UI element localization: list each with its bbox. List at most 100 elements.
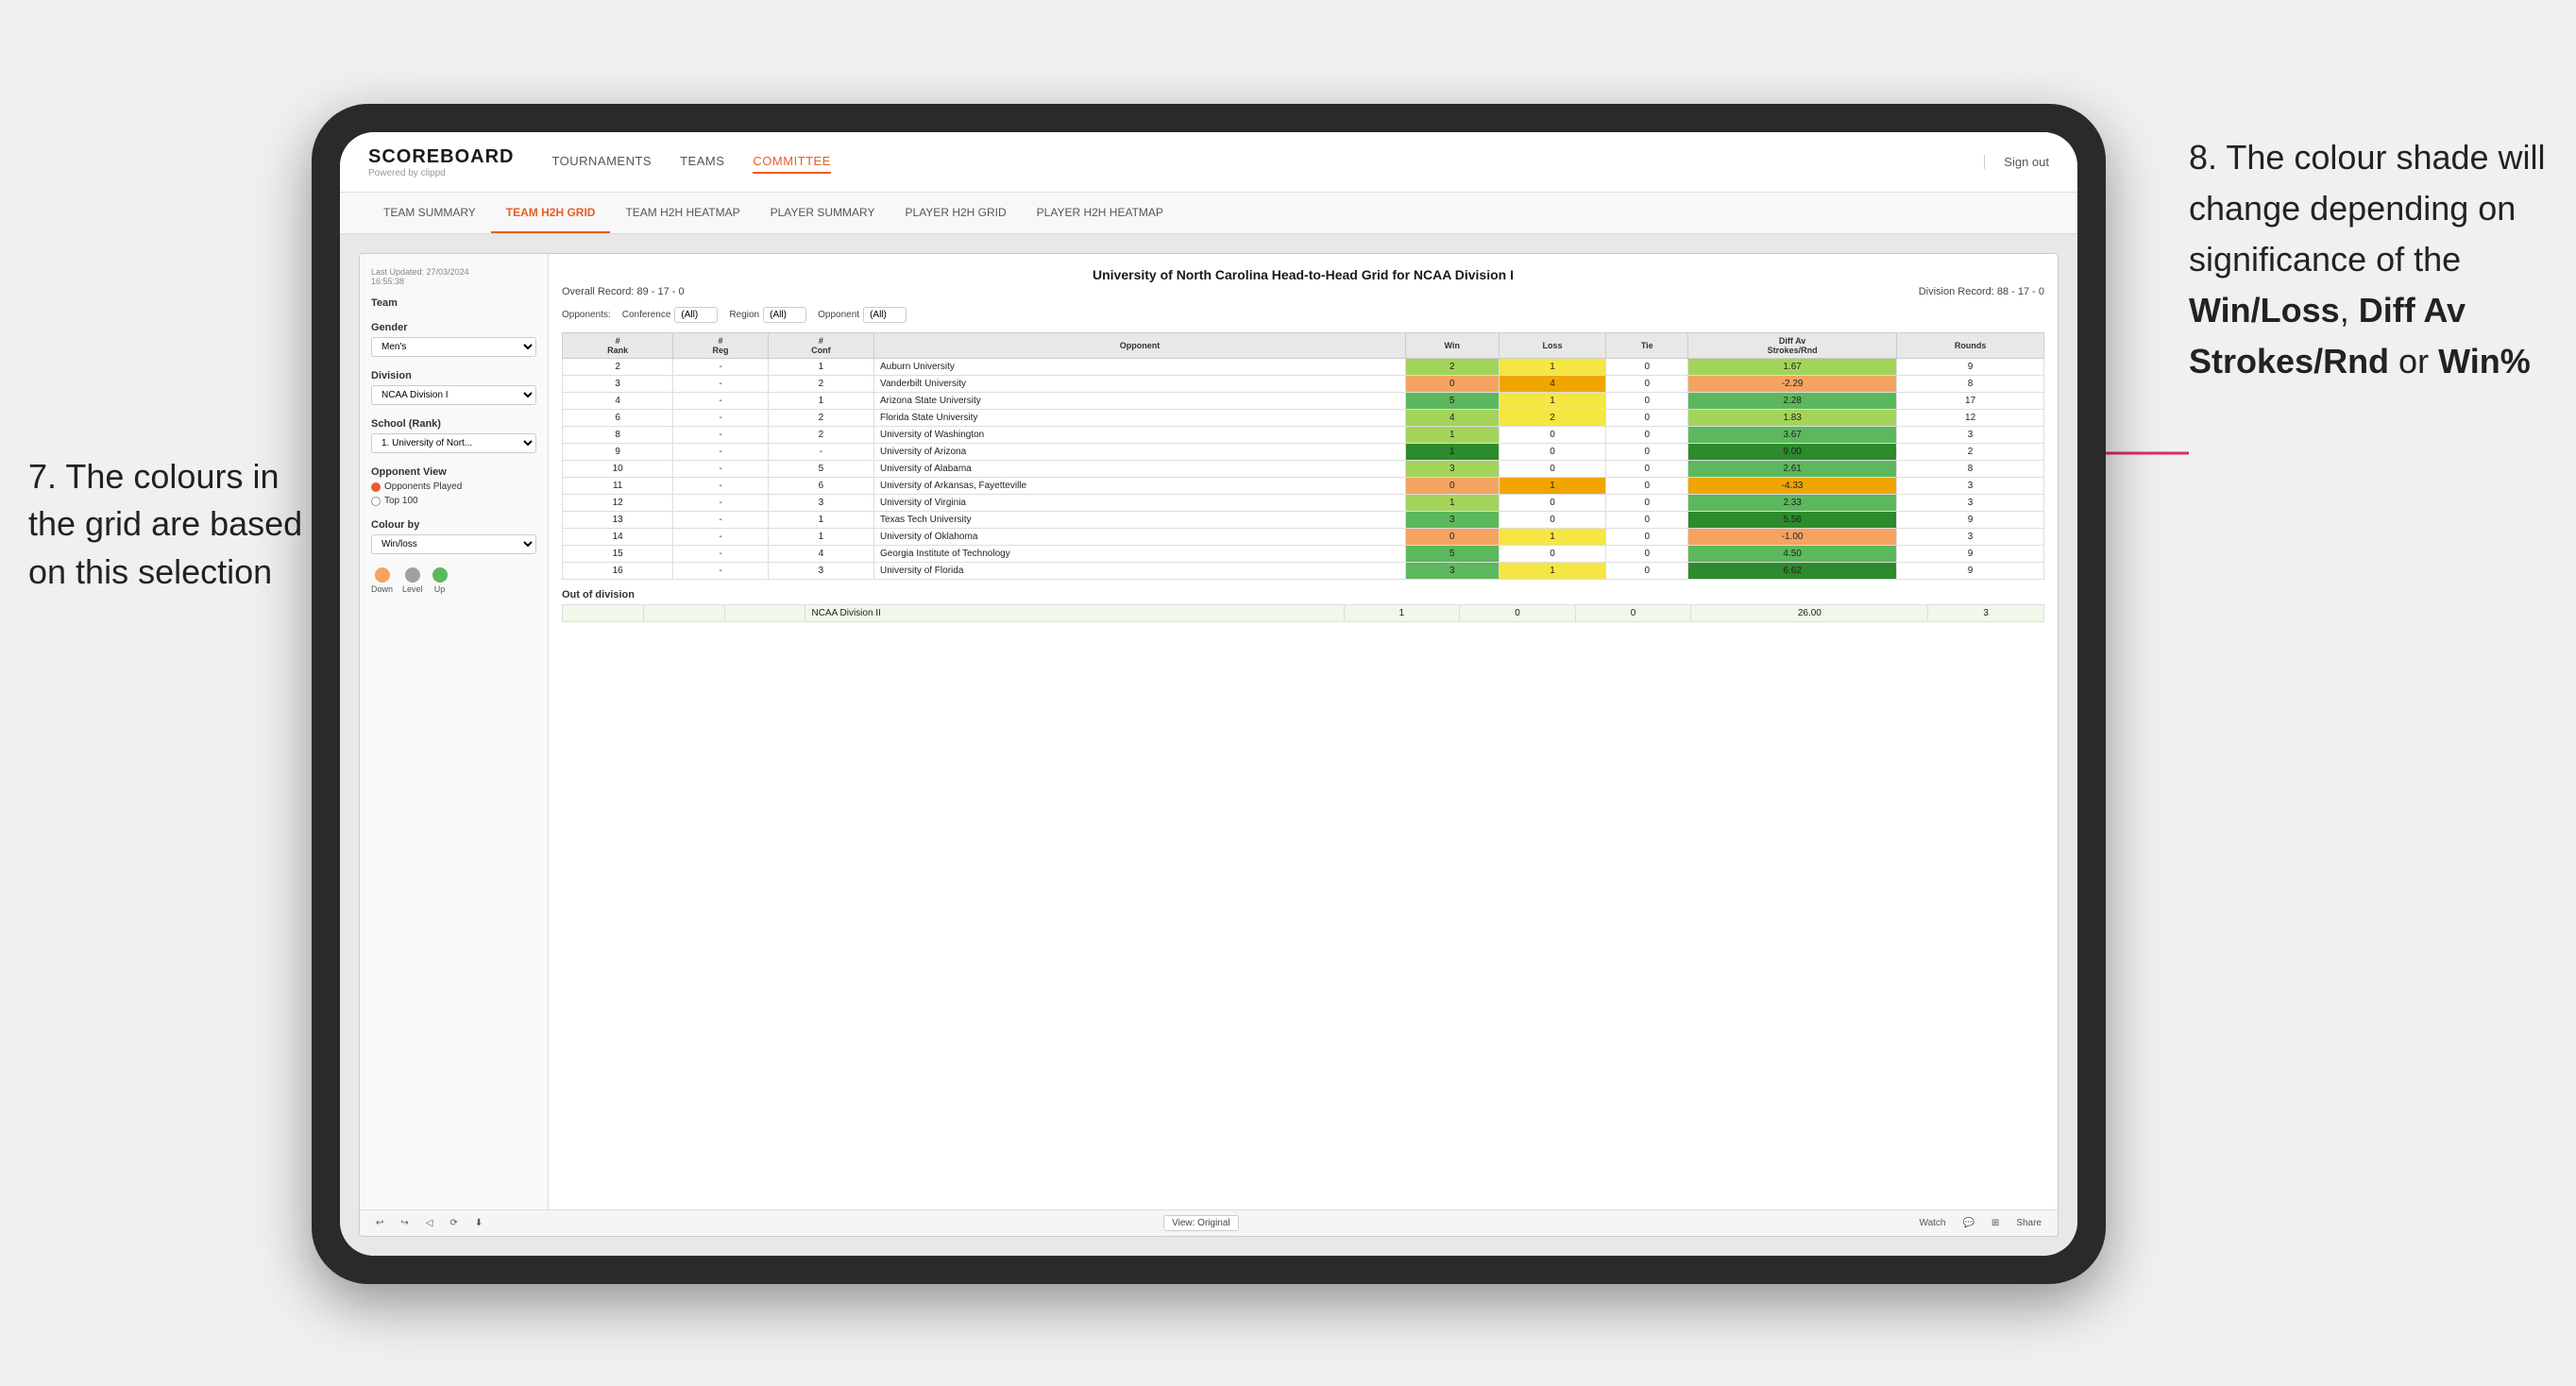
- gender-select[interactable]: Men's: [371, 337, 536, 357]
- th-tie: Tie: [1606, 333, 1688, 359]
- od-diff: 26.00: [1691, 605, 1928, 622]
- back-btn[interactable]: ◁: [421, 1216, 438, 1230]
- td-diff: 3.67: [1688, 427, 1897, 444]
- td-tie: 0: [1606, 461, 1688, 478]
- td-opponent: University of Florida: [874, 563, 1406, 580]
- td-rounds: 3: [1897, 495, 2044, 512]
- td-rank: 6: [563, 410, 673, 427]
- td-conf: 6: [768, 478, 873, 495]
- legend-dot-level: [405, 567, 420, 583]
- colour-by-select[interactable]: Win/loss: [371, 534, 536, 554]
- th-reg: #Reg: [673, 333, 769, 359]
- nav-tournaments[interactable]: TOURNAMENTS: [551, 150, 652, 174]
- td-loss: 1: [1499, 359, 1606, 376]
- td-rank: 8: [563, 427, 673, 444]
- td-reg: -: [673, 546, 769, 563]
- td-tie: 0: [1606, 546, 1688, 563]
- conference-label: Conference: [622, 310, 671, 320]
- od-tie: 0: [1575, 605, 1691, 622]
- gender-section: Gender Men's: [371, 322, 536, 357]
- subnav-team-summary[interactable]: TEAM SUMMARY: [368, 193, 491, 233]
- td-opponent: Texas Tech University: [874, 512, 1406, 529]
- td-tie: 0: [1606, 512, 1688, 529]
- td-opponent: University of Arizona: [874, 444, 1406, 461]
- nav-committee[interactable]: COMMITTEE: [753, 150, 831, 174]
- td-opponent: University of Alabama: [874, 461, 1406, 478]
- td-rank: 15: [563, 546, 673, 563]
- td-opponent: University of Oklahoma: [874, 529, 1406, 546]
- nav-teams[interactable]: TEAMS: [680, 150, 724, 174]
- td-reg: -: [673, 376, 769, 393]
- redo-btn[interactable]: ↪: [396, 1216, 413, 1230]
- od-win: 1: [1344, 605, 1460, 622]
- refresh-btn[interactable]: ⟳: [445, 1216, 462, 1230]
- division-select[interactable]: NCAA Division I: [371, 385, 536, 405]
- tablet-screen: SCOREBOARD Powered by clippd TOURNAMENTS…: [340, 132, 2077, 1256]
- division-section: Division NCAA Division I: [371, 370, 536, 405]
- td-reg: -: [673, 461, 769, 478]
- undo-btn[interactable]: ↩: [371, 1216, 388, 1230]
- td-conf: 5: [768, 461, 873, 478]
- td-conf: 3: [768, 495, 873, 512]
- conference-select[interactable]: (All): [674, 307, 718, 323]
- td-win: 0: [1405, 376, 1499, 393]
- radio-dot-opponents: [371, 482, 381, 492]
- od-conf: [724, 605, 805, 622]
- td-conf: 4: [768, 546, 873, 563]
- table-row: 3 - 2 Vanderbilt University 0 4 0 -2.29 …: [563, 376, 2044, 393]
- share-btn[interactable]: Share: [2011, 1216, 2046, 1230]
- legend-dot-up: [432, 567, 448, 583]
- td-loss: 1: [1499, 563, 1606, 580]
- logo-sub: Powered by clippd: [368, 168, 514, 178]
- td-loss: 0: [1499, 495, 1606, 512]
- td-diff: 2.28: [1688, 393, 1897, 410]
- td-conf: 1: [768, 359, 873, 376]
- td-tie: 0: [1606, 393, 1688, 410]
- watch-btn[interactable]: Watch: [1915, 1216, 1951, 1230]
- td-conf: 3: [768, 563, 873, 580]
- tableau-viz: Last Updated: 27/03/2024 16:55:38 Team G…: [360, 254, 2058, 1209]
- table-row: 8 - 2 University of Washington 1 0 0 3.6…: [563, 427, 2044, 444]
- td-win: 5: [1405, 546, 1499, 563]
- td-rounds: 8: [1897, 376, 2044, 393]
- opponent-view-label: Opponent View: [371, 466, 536, 478]
- td-loss: 0: [1499, 512, 1606, 529]
- td-win: 3: [1405, 461, 1499, 478]
- table-row: 16 - 3 University of Florida 3 1 0 6.62 …: [563, 563, 2044, 580]
- conference-filter: Conference (All): [622, 307, 719, 323]
- comment-btn[interactable]: 💬: [1957, 1216, 1978, 1230]
- th-conf: #Conf: [768, 333, 873, 359]
- th-opponent: Opponent: [874, 333, 1406, 359]
- school-select[interactable]: 1. University of Nort...: [371, 433, 536, 453]
- td-rounds: 3: [1897, 529, 2044, 546]
- td-reg: -: [673, 444, 769, 461]
- td-reg: -: [673, 410, 769, 427]
- gender-label: Gender: [371, 322, 536, 333]
- nav-bar: SCOREBOARD Powered by clippd TOURNAMENTS…: [340, 132, 2077, 193]
- opponent-view-section: Opponent View Opponents Played Top 100: [371, 466, 536, 506]
- td-conf: -: [768, 444, 873, 461]
- annotation-left: 7. The colours in the grid are based on …: [28, 453, 312, 596]
- radio-opponents-played[interactable]: Opponents Played: [371, 482, 536, 492]
- td-opponent: Arizona State University: [874, 393, 1406, 410]
- embed-btn[interactable]: ⊞: [1987, 1216, 2004, 1230]
- td-rank: 12: [563, 495, 673, 512]
- subnav-player-summary[interactable]: PLAYER SUMMARY: [755, 193, 890, 233]
- td-diff: 6.62: [1688, 563, 1897, 580]
- td-loss: 2: [1499, 410, 1606, 427]
- sign-out-link[interactable]: Sign out: [1984, 155, 2049, 169]
- team-label: Team: [371, 297, 536, 309]
- subnav-team-h2h-grid[interactable]: TEAM H2H GRID: [491, 193, 611, 233]
- opponent-select[interactable]: (All): [863, 307, 907, 323]
- td-loss: 4: [1499, 376, 1606, 393]
- subnav-team-h2h-heatmap[interactable]: TEAM H2H HEATMAP: [610, 193, 754, 233]
- subnav-player-h2h-grid[interactable]: PLAYER H2H GRID: [890, 193, 1022, 233]
- td-rounds: 9: [1897, 546, 2044, 563]
- region-select[interactable]: (All): [763, 307, 806, 323]
- td-conf: 1: [768, 529, 873, 546]
- download-btn[interactable]: ⬇: [470, 1216, 487, 1230]
- main-content: Last Updated: 27/03/2024 16:55:38 Team G…: [340, 234, 2077, 1256]
- table-row: 2 - 1 Auburn University 2 1 0 1.67 9: [563, 359, 2044, 376]
- radio-top100[interactable]: Top 100: [371, 496, 536, 506]
- subnav-player-h2h-heatmap[interactable]: PLAYER H2H HEATMAP: [1022, 193, 1178, 233]
